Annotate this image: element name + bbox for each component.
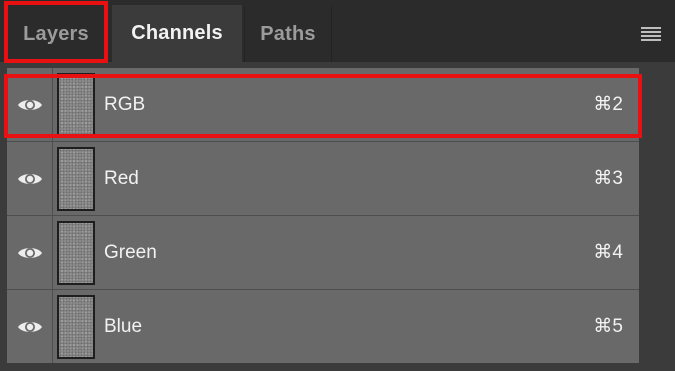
channel-row-blue[interactable]: Blue ⌘5 — [7, 290, 639, 363]
tab-paths[interactable]: Paths — [244, 6, 332, 62]
tab-channels[interactable]: Channels — [112, 5, 242, 62]
channel-row-rgb[interactable]: RGB ⌘2 — [7, 68, 639, 141]
channel-shortcut: ⌘2 — [593, 94, 623, 115]
channel-name: Red — [104, 168, 139, 189]
eye-icon — [17, 247, 42, 258]
panel-menu-icon[interactable] — [641, 27, 661, 41]
channel-thumbnail — [57, 221, 95, 285]
channel-thumbnail — [57, 295, 95, 359]
eye-icon — [17, 321, 42, 332]
visibility-toggle[interactable] — [7, 216, 53, 289]
visibility-toggle[interactable] — [7, 290, 53, 363]
scrollbar-track[interactable] — [641, 72, 675, 371]
eye-icon — [17, 173, 42, 184]
eye-icon — [17, 99, 42, 110]
channel-name: Blue — [104, 316, 143, 337]
channel-row-green[interactable]: Green ⌘4 — [7, 216, 639, 289]
visibility-toggle[interactable] — [7, 68, 53, 141]
channel-shortcut: ⌘4 — [593, 242, 623, 263]
channels-panel: Layers Channels Paths RGB ⌘2 Red ⌘3 Gree… — [0, 0, 675, 371]
channel-thumbnail — [57, 147, 95, 211]
channel-shortcut: ⌘3 — [593, 168, 623, 189]
channel-row-red[interactable]: Red ⌘3 — [7, 142, 639, 215]
channel-thumbnail — [57, 73, 95, 137]
channel-name: Green — [104, 242, 157, 263]
tab-layers[interactable]: Layers — [4, 6, 108, 62]
panel-tab-bar: Layers Channels Paths — [0, 0, 675, 62]
channel-shortcut: ⌘5 — [593, 316, 623, 337]
channel-name: RGB — [104, 94, 146, 115]
visibility-toggle[interactable] — [7, 142, 53, 215]
